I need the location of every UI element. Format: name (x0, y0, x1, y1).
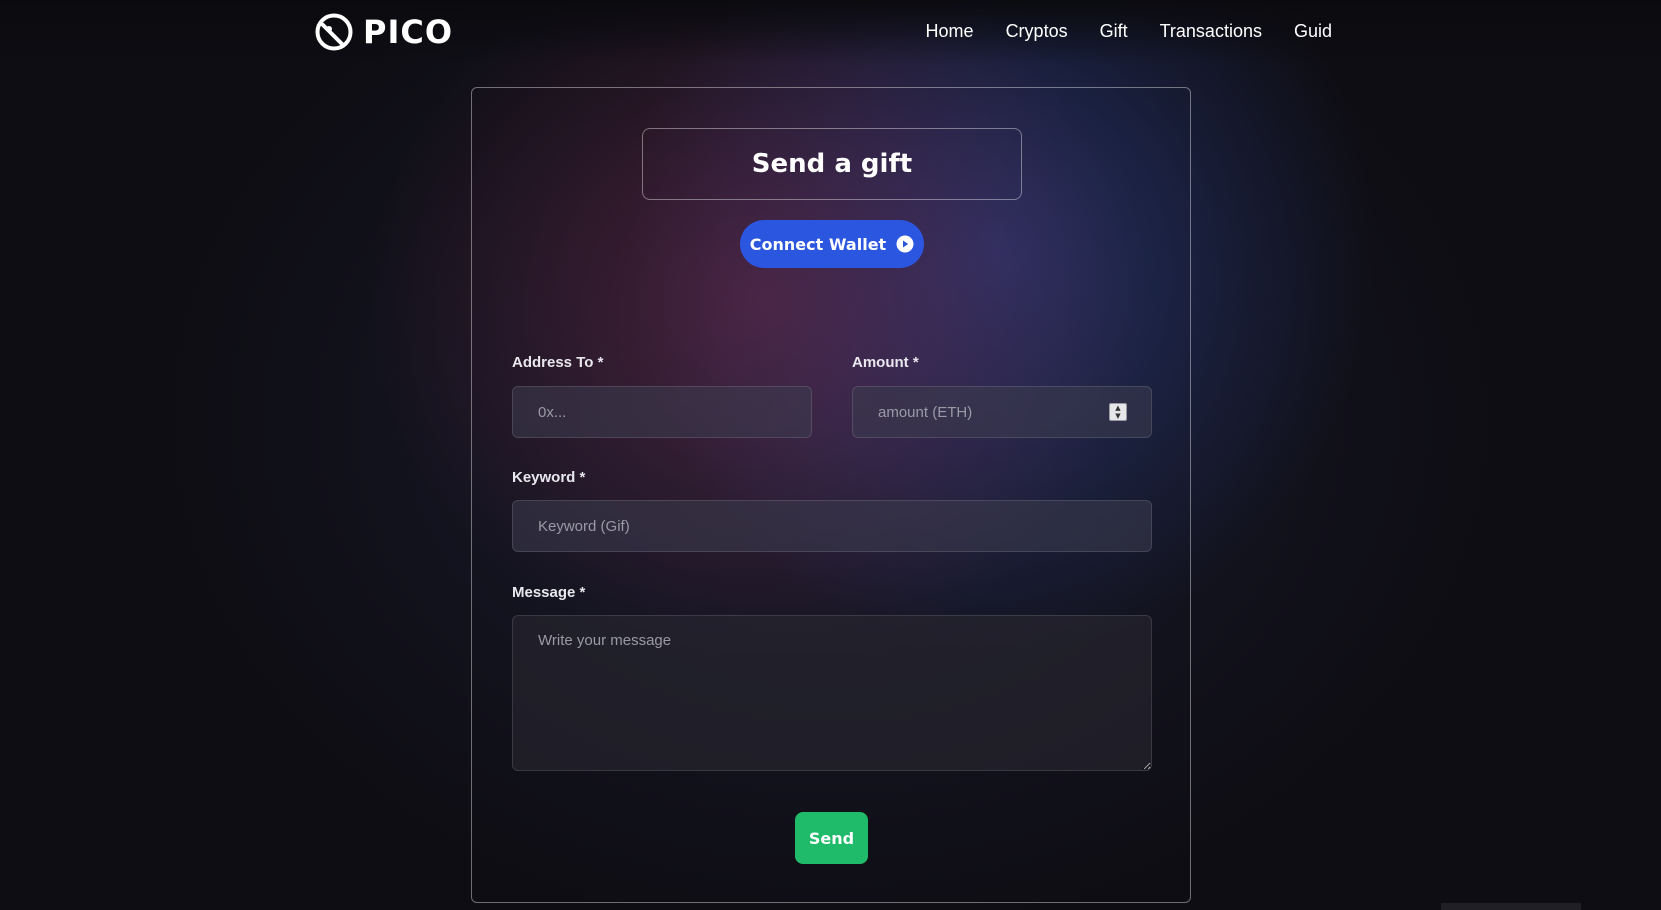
message-label: Message * (512, 584, 586, 601)
play-circle-icon (896, 235, 914, 253)
connect-wallet-label: Connect Wallet (749, 234, 887, 254)
nav-guid[interactable]: Guid (1294, 20, 1332, 42)
chevron-down-icon: ▼ (1115, 412, 1121, 420)
connect-wallet-button[interactable]: Connect Wallet (740, 220, 924, 268)
keyword-label: Keyword * (512, 469, 586, 486)
nav-gift[interactable]: Gift (1100, 20, 1128, 42)
top-navbar: PICO Home Cryptos Gift Transactions Guid (0, 0, 1661, 64)
chevron-up-icon: ▲ (1115, 404, 1121, 412)
page: PICO Home Cryptos Gift Transactions Guid… (0, 0, 1661, 910)
main-nav: Home Cryptos Gift Transactions Guid (926, 20, 1332, 42)
keyword-input[interactable] (512, 500, 1152, 552)
logo[interactable]: PICO (315, 13, 453, 51)
nav-cryptos[interactable]: Cryptos (1006, 20, 1068, 42)
amount-label: Amount * (852, 354, 919, 371)
nav-home[interactable]: Home (926, 20, 974, 42)
amount-input[interactable] (852, 386, 1152, 438)
amount-stepper[interactable]: ▲ ▼ (1109, 403, 1127, 421)
bottom-edge-bar (1441, 903, 1581, 910)
logo-text: PICO (363, 13, 454, 51)
address-input[interactable] (512, 386, 812, 438)
nav-transactions[interactable]: Transactions (1160, 20, 1262, 42)
message-textarea[interactable] (512, 615, 1152, 771)
address-label: Address To * (512, 354, 604, 371)
pico-logo-icon (315, 13, 353, 51)
title-box: Send a gift (642, 128, 1022, 200)
gift-form-card: Send a gift Connect Wallet Address To * … (471, 87, 1191, 903)
send-button[interactable]: Send (795, 812, 868, 864)
amount-field-wrapper: ▲ ▼ (852, 386, 1152, 438)
page-title: Send a gift (751, 149, 913, 179)
